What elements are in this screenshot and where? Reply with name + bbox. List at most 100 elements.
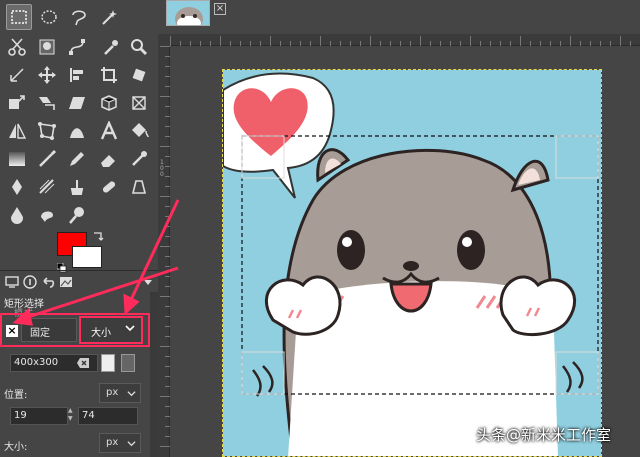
ruler-tick (160, 46, 170, 47)
ruler-tick (290, 41, 291, 46)
dock-menu-icon[interactable] (140, 274, 156, 290)
fixed-mode-value: 大小 (91, 328, 111, 339)
ruler-tick (440, 41, 441, 46)
ellipse-select-icon[interactable] (36, 4, 62, 30)
paths-icon[interactable] (64, 34, 90, 60)
background-color-swatch[interactable] (72, 246, 102, 268)
ruler-tick (280, 41, 281, 46)
ruler-tick (160, 346, 170, 347)
ruler-tick (230, 41, 231, 46)
position-x-input[interactable]: 19 (10, 407, 68, 425)
swap-colors-icon[interactable] (92, 230, 104, 242)
dodge-icon[interactable] (64, 202, 90, 228)
landscape-icon[interactable] (121, 354, 135, 372)
bucket-fill-icon[interactable] (126, 118, 152, 144)
clear-input-icon[interactable] (76, 356, 90, 370)
position-x-spinner[interactable]: ▲ ▼ (68, 407, 76, 425)
text-icon[interactable] (96, 118, 122, 144)
ruler-tick (165, 76, 170, 77)
ruler-tick (220, 36, 221, 46)
ruler-tick (180, 41, 181, 46)
ruler-tick (260, 41, 261, 46)
free-select-icon[interactable] (66, 4, 92, 30)
shear-icon[interactable] (34, 90, 60, 116)
ruler-tick (160, 146, 170, 147)
perspective-clone-icon[interactable] (126, 174, 152, 200)
position-label: 位置: (4, 390, 28, 401)
color-picker-icon[interactable] (98, 34, 124, 60)
align-icon[interactable] (64, 62, 90, 88)
measure-icon[interactable] (4, 62, 30, 88)
scissors-icon[interactable] (4, 34, 30, 60)
ruler-tick (165, 136, 170, 137)
fuzzy-select-icon[interactable] (96, 4, 122, 30)
ruler-tick (165, 156, 170, 157)
tool-options-tab-icon[interactable] (4, 274, 20, 290)
ruler-label: 100 (160, 159, 164, 178)
ink-icon[interactable] (4, 174, 30, 200)
smudge-icon[interactable] (34, 202, 60, 228)
ruler-tick (570, 36, 571, 46)
heal-icon[interactable] (96, 174, 122, 200)
pencil-icon[interactable] (64, 146, 90, 172)
paintbrush-icon[interactable] (34, 146, 60, 172)
ruler-tick (160, 96, 170, 97)
vertical-ruler[interactable] (158, 46, 170, 457)
foreground-select-icon[interactable] (34, 34, 60, 60)
clone-icon[interactable] (64, 174, 90, 200)
crop-icon[interactable] (96, 62, 122, 88)
horizontal-ruler[interactable] (170, 34, 640, 46)
warp-icon[interactable] (64, 118, 90, 144)
ruler-tick (165, 106, 170, 107)
eraser-icon[interactable] (96, 146, 122, 172)
ruler-tick (350, 41, 351, 46)
gimp-window: 矩形选择 模式 × 固定 大小 400x300 位置: px 19 ▲▼ 74 (0, 0, 640, 457)
rotate-icon[interactable] (126, 62, 152, 88)
size-unit-select[interactable]: px (99, 433, 141, 453)
airbrush-icon[interactable] (126, 146, 152, 172)
portrait-icon[interactable] (101, 354, 115, 372)
move-icon[interactable] (34, 62, 60, 88)
images-tab-icon[interactable] (58, 274, 74, 290)
ruler-tick (600, 41, 601, 46)
position-unit-select[interactable]: px (99, 383, 141, 403)
image-canvas[interactable] (222, 69, 602, 457)
fixed-checkbox[interactable]: × (6, 325, 18, 337)
ruler-tick (320, 36, 321, 46)
ruler-tick (165, 286, 170, 287)
ruler-tick (165, 256, 170, 257)
default-colors-icon[interactable] (56, 258, 67, 273)
fixed-mode-select[interactable]: 大小 (79, 316, 143, 344)
flip-icon[interactable] (4, 118, 30, 144)
ruler-tick (165, 326, 170, 327)
tool-options-scrollbar[interactable] (150, 292, 158, 457)
ruler-tick (270, 36, 271, 46)
ruler-tick (400, 41, 401, 46)
zoom-icon[interactable] (126, 34, 152, 60)
ruler-tick (165, 356, 170, 357)
device-status-tab-icon[interactable] (22, 274, 38, 290)
rect-select-icon[interactable] (6, 4, 32, 30)
undo-history-tab-icon[interactable] (40, 274, 56, 290)
position-y-input[interactable]: 74 (78, 407, 138, 425)
ruler-tick (165, 236, 170, 237)
blur-icon[interactable] (4, 202, 30, 228)
ruler-tick (165, 66, 170, 67)
mypaint-icon[interactable] (34, 174, 60, 200)
cage-icon[interactable] (34, 118, 60, 144)
gradient-icon[interactable] (4, 146, 30, 172)
ruler-tick (165, 436, 170, 437)
perspective-icon[interactable] (64, 90, 90, 116)
ruler-tick (620, 36, 621, 46)
image-thumbnail[interactable] (166, 0, 210, 26)
fixed-label: 固定 (21, 318, 77, 342)
dock-tabs (0, 270, 158, 292)
unified-transform-icon[interactable] (126, 90, 152, 116)
size-unit-value: px (106, 437, 119, 448)
tool-options-panel: 矩形选择 模式 × 固定 大小 400x300 位置: px 19 ▲▼ 74 (0, 292, 158, 457)
ruler-tick (420, 36, 421, 46)
close-image-button[interactable]: × (214, 3, 226, 15)
scale-icon[interactable] (4, 90, 30, 116)
ruler-tick (165, 406, 170, 407)
3d-transform-icon[interactable] (96, 90, 122, 116)
